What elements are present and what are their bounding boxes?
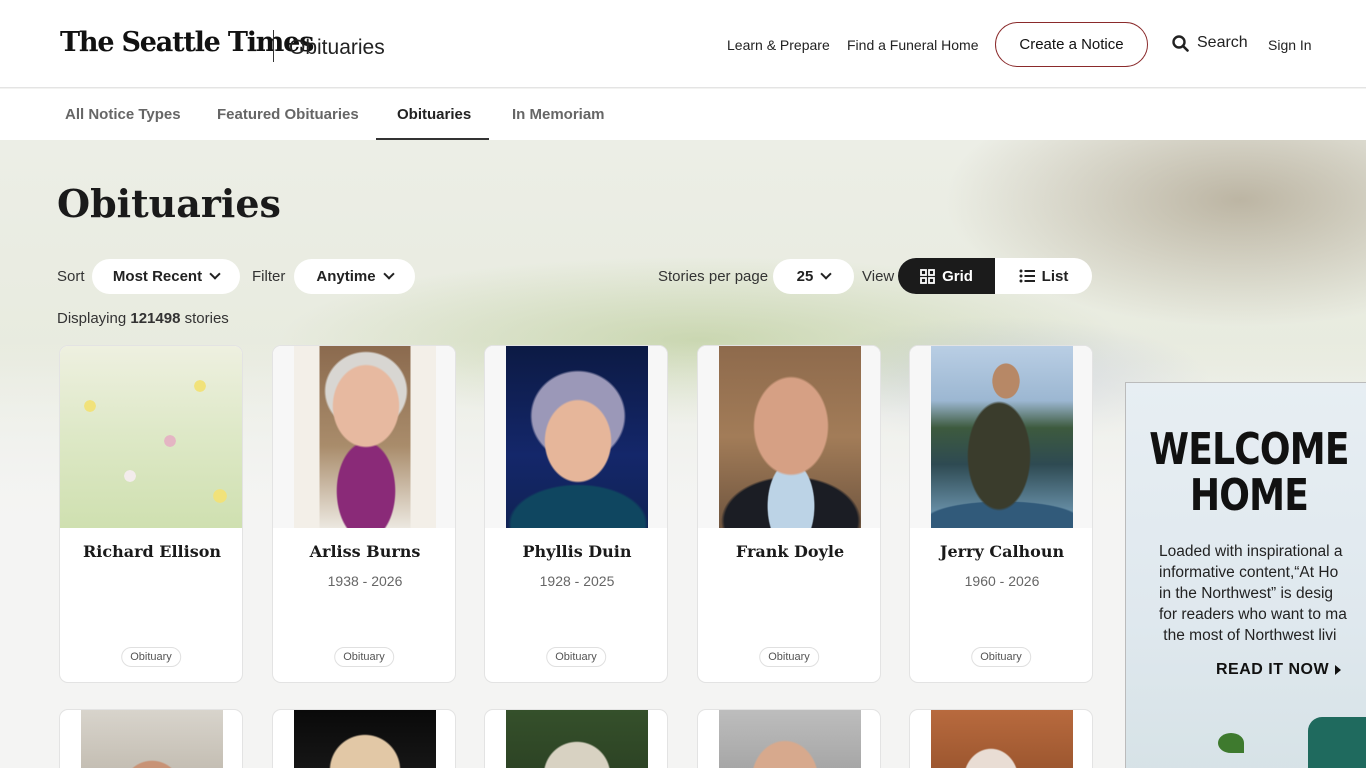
obituary-name: Phyllis Duin: [522, 542, 632, 561]
obituary-name: Arliss Burns: [309, 542, 421, 561]
obituary-card[interactable]: Richard Ellison Obituary: [59, 345, 243, 683]
obituary-card[interactable]: Frank Doyle Obituary: [697, 345, 881, 683]
list-icon: [1019, 269, 1035, 283]
obituary-card[interactable]: [272, 709, 456, 768]
advertisement[interactable]: WELCOME HOME Loaded with inspirational a…: [1125, 382, 1366, 768]
obituary-photo: [698, 346, 880, 528]
obituary-years: 1938 - 2026: [327, 573, 403, 589]
create-notice-button[interactable]: Create a Notice: [995, 22, 1148, 67]
tab-featured-obituaries[interactable]: Featured Obituaries: [217, 106, 359, 123]
search-icon: [1172, 34, 1189, 52]
filter-value: Anytime: [316, 268, 376, 285]
obituary-card[interactable]: [59, 709, 243, 768]
notice-type-badge: Obituary: [546, 647, 606, 667]
portrait-image: [294, 346, 436, 528]
obituary-card[interactable]: Phyllis Duin 1928 - 2025 Obituary: [484, 345, 668, 683]
notice-type-tabs: All Notice Types Featured Obituaries Obi…: [0, 89, 1366, 140]
chevron-down-icon: [820, 268, 833, 280]
logo-divider: [273, 30, 274, 62]
search-label: Search: [1197, 34, 1248, 51]
ad-cta-label: READ IT NOW: [1216, 661, 1330, 678]
ad-body: Loaded with inspirational a informative …: [1159, 541, 1366, 646]
nav-find-funeral-home[interactable]: Find a Funeral Home: [847, 37, 979, 53]
results-count: Displaying 121498 stories: [57, 310, 229, 327]
ad-body-line: Loaded with inspirational a: [1159, 543, 1343, 560]
filter-label: Filter: [252, 268, 286, 285]
portrait-image: [506, 346, 648, 528]
view-toggle: Grid List: [898, 258, 1092, 294]
portrait-image: [81, 710, 223, 768]
page-title: Obituaries: [57, 181, 281, 226]
obituary-photo: [910, 346, 1092, 528]
ad-body-line: informative content,“At Ho: [1159, 564, 1339, 581]
list-view-button[interactable]: List: [995, 258, 1092, 294]
grid-view-label: Grid: [942, 267, 973, 285]
stories-per-page-value: 25: [796, 268, 814, 285]
ad-body-line: for readers who want to ma: [1159, 606, 1347, 623]
portrait-image: [931, 710, 1073, 768]
notice-type-badge: Obituary: [121, 647, 181, 667]
plant-illustration: [1218, 733, 1244, 753]
obituary-card[interactable]: [697, 709, 881, 768]
ad-headline: WELCOME HOME: [1126, 427, 1366, 519]
grid-icon: [920, 268, 935, 284]
results-number: 121498: [130, 310, 181, 327]
obituary-card[interactable]: [909, 709, 1093, 768]
tab-all-notice-types[interactable]: All Notice Types: [65, 106, 181, 123]
list-view-label: List: [1041, 267, 1069, 285]
filter-dropdown[interactable]: Anytime: [294, 259, 415, 294]
obituary-years: 1928 - 2025: [539, 573, 615, 589]
nav-learn-prepare[interactable]: Learn & Prepare: [727, 37, 830, 53]
portrait-image: [294, 710, 436, 768]
obituary-name: Frank Doyle: [735, 542, 845, 561]
obituary-card[interactable]: Jerry Calhoun 1960 - 2026 Obituary: [909, 345, 1093, 683]
sort-value: Most Recent: [112, 268, 203, 285]
obituary-photo: [273, 346, 455, 528]
ad-body-line: the most of Northwest livi: [1159, 627, 1337, 644]
seattle-times-logo[interactable]: The Seattle Times: [60, 27, 314, 58]
obituary-card[interactable]: Arliss Burns 1938 - 2026 Obituary: [272, 345, 456, 683]
section-title[interactable]: Obituaries: [289, 36, 385, 60]
obituary-name: Richard Ellison: [82, 542, 222, 561]
play-arrow-icon: [1335, 665, 1342, 675]
ad-headline-line: WELCOME: [1149, 424, 1349, 475]
chevron-down-icon: [209, 268, 221, 280]
notice-type-badge: Obituary: [971, 647, 1031, 667]
ad-headline-line: HOME: [1189, 470, 1309, 521]
obituary-card[interactable]: [484, 709, 668, 768]
tab-in-memoriam[interactable]: In Memoriam: [512, 106, 605, 123]
obituary-years: 1960 - 2026: [964, 573, 1040, 589]
stories-per-page-label: Stories per page: [658, 268, 769, 285]
portrait-image: [719, 346, 861, 528]
ad-body-line: in the Northwest” is desig: [1159, 585, 1334, 602]
results-prefix: Displaying: [57, 310, 127, 327]
sort-dropdown[interactable]: Most Recent: [92, 259, 240, 294]
grid-view-button[interactable]: Grid: [898, 258, 995, 294]
search-button[interactable]: Search: [1172, 34, 1248, 52]
sort-label: Sort: [57, 268, 85, 285]
sign-in-link[interactable]: Sign In: [1268, 37, 1312, 53]
obituary-photo: [485, 346, 667, 528]
notice-type-badge: Obituary: [759, 647, 819, 667]
results-suffix: stories: [184, 310, 229, 327]
portrait-image: [719, 710, 861, 768]
chair-illustration: [1308, 717, 1366, 768]
notice-type-badge: Obituary: [334, 647, 394, 667]
site-header: The Seattle Times Obituaries Learn & Pre…: [0, 0, 1366, 88]
portrait-image: [931, 346, 1073, 528]
ad-read-it-now-link[interactable]: READ IT NOW: [1216, 661, 1342, 679]
chevron-down-icon: [382, 268, 395, 280]
obituary-name: Jerry Calhoun: [939, 542, 1065, 561]
tab-obituaries[interactable]: Obituaries: [397, 106, 471, 123]
flower-placeholder-image: [60, 346, 242, 528]
portrait-image: [506, 710, 648, 768]
obituary-photo: [60, 346, 242, 528]
stories-per-page-dropdown[interactable]: 25: [773, 259, 854, 294]
view-label: View: [862, 268, 895, 285]
